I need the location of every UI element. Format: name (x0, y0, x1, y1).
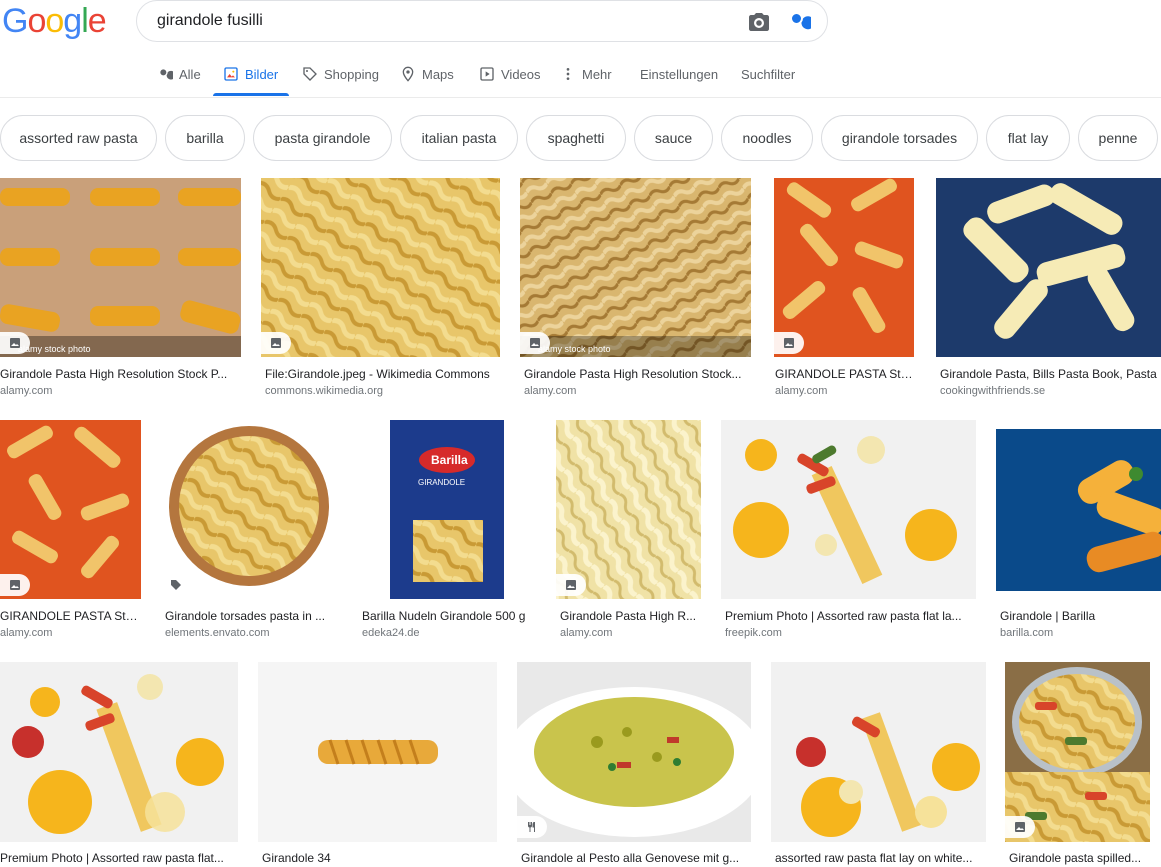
result-title[interactable]: Girandole Pasta, Bills Pasta Book, Pasta (940, 367, 1161, 381)
result-title[interactable]: Girandole al Pesto alla Genovese mit g..… (521, 851, 751, 865)
chip-flat-lay[interactable]: flat lay (986, 115, 1070, 161)
tab-maps[interactable]: Maps (400, 66, 454, 82)
chip-noodles[interactable]: noodles (721, 115, 813, 161)
tab-all[interactable]: Alle (157, 66, 201, 82)
search-tabs: Alle Bilder Shopping Maps Videos Mehr Ei… (0, 52, 1161, 98)
result-thumbnail[interactable] (517, 662, 751, 842)
result-thumbnail[interactable]: alamy stock photo (520, 178, 751, 357)
map-pin-icon (402, 66, 414, 82)
result-title[interactable]: Girandole Pasta High R... (560, 609, 700, 623)
camera-icon[interactable] (747, 10, 771, 34)
result-title[interactable]: Premium Photo | Assorted raw pasta flat … (725, 609, 975, 623)
chip-sauce[interactable]: sauce (634, 115, 713, 161)
result-thumbnail[interactable]: Barilla GIRANDOLE (358, 420, 536, 599)
image-icon (10, 580, 20, 590)
result-title[interactable]: Girandole pasta spilled... (1009, 851, 1149, 865)
result-thumbnail[interactable] (261, 178, 500, 357)
result-thumbnail[interactable] (0, 662, 238, 842)
search-icon (160, 69, 173, 80)
google-logo[interactable]: Google (2, 2, 107, 40)
image-badge (556, 574, 586, 596)
result-thumbnail[interactable] (556, 420, 701, 599)
tag-icon (303, 67, 317, 81)
tab-images[interactable]: Bilder (223, 66, 278, 82)
result-title[interactable]: Girandole Pasta High Resolution Stock... (524, 367, 750, 381)
result-title[interactable]: File:Girandole.jpeg - Wikimedia Commons (265, 367, 500, 381)
chip-penne[interactable]: penne (1078, 115, 1158, 161)
image-icon (566, 580, 576, 590)
result-source: alamy.com (524, 385, 577, 397)
image-badge (517, 816, 547, 838)
result-thumbnail[interactable] (774, 178, 914, 357)
result-title[interactable]: assorted raw pasta flat lay on white... (775, 851, 983, 865)
tab-shopping[interactable]: Shopping (302, 66, 379, 82)
result-thumbnail[interactable] (996, 429, 1161, 591)
result-thumbnail[interactable] (721, 420, 976, 599)
pack-brand: Barilla (431, 453, 468, 467)
image-icon (10, 338, 20, 348)
chip-barilla[interactable]: barilla (165, 115, 245, 161)
image-icon (530, 338, 540, 348)
result-title[interactable]: GIRANDOLE PASTA Sto... (0, 609, 140, 623)
image-icon (784, 338, 794, 348)
result-source: alamy.com (0, 627, 53, 639)
result-source: commons.wikimedia.org (265, 385, 383, 397)
result-title[interactable]: Barilla Nudeln Girandole 500 g (362, 609, 536, 623)
result-title[interactable]: GIRANDOLE PASTA Sto... (775, 367, 915, 381)
image-icon (271, 338, 281, 348)
chip-assorted-raw-pasta[interactable]: assorted raw pasta (0, 115, 157, 161)
result-thumbnail[interactable] (0, 420, 141, 599)
image-icon (224, 67, 238, 81)
result-source: elements.envato.com (165, 627, 270, 639)
result-source: alamy.com (0, 385, 53, 397)
result-thumbnail[interactable] (1005, 662, 1150, 842)
image-badge (774, 332, 804, 354)
result-source: cookingwithfriends.se (940, 385, 1046, 397)
tab-tools[interactable]: Suchfilter (741, 66, 795, 82)
active-tab-indicator (213, 93, 289, 96)
search-query[interactable]: girandole fusilli (157, 12, 263, 30)
more-vert-icon (566, 68, 570, 80)
search-icon[interactable] (787, 9, 815, 33)
image-badge (1005, 816, 1035, 838)
image-icon (1015, 822, 1025, 832)
result-title[interactable]: Girandole 34 (262, 851, 497, 865)
restaurant-icon (528, 822, 535, 832)
result-source: alamy.com (560, 627, 613, 639)
image-badge (0, 574, 30, 596)
result-thumbnail[interactable]: alamy stock photo (0, 178, 241, 357)
image-badge (520, 332, 550, 354)
result-source: barilla.com (1000, 627, 1054, 639)
tag-icon (171, 580, 181, 590)
result-thumbnail[interactable] (161, 420, 338, 599)
video-icon (480, 67, 494, 81)
result-thumbnail[interactable] (771, 662, 986, 842)
image-badge (261, 332, 291, 354)
search-input[interactable]: girandole fusilli (136, 0, 828, 42)
image-badge (161, 574, 191, 596)
chip-pasta-girandole[interactable]: pasta girandole (253, 115, 392, 161)
result-source: alamy.com (775, 385, 828, 397)
result-thumbnail[interactable] (258, 662, 497, 842)
chip-italian-pasta[interactable]: italian pasta (400, 115, 518, 161)
chip-girandole-torsades[interactable]: girandole torsades (821, 115, 978, 161)
chip-spaghetti[interactable]: spaghetti (526, 115, 626, 161)
tab-settings[interactable]: Einstellungen (640, 66, 718, 82)
result-thumbnail[interactable] (936, 178, 1161, 357)
image-badge (0, 332, 30, 354)
tab-videos[interactable]: Videos (479, 66, 541, 82)
result-title[interactable]: Premium Photo | Assorted raw pasta flat.… (0, 851, 236, 865)
pack-name: GIRANDOLE (418, 478, 466, 487)
result-title[interactable]: Girandole Pasta High Resolution Stock P.… (0, 367, 236, 381)
tab-more[interactable]: Mehr (560, 66, 612, 82)
result-source: freepik.com (725, 627, 782, 639)
result-title[interactable]: Girandole | Barilla (1000, 609, 1161, 623)
result-title[interactable]: Girandole torsades pasta in ... (165, 609, 337, 623)
result-source: edeka24.de (362, 627, 420, 639)
